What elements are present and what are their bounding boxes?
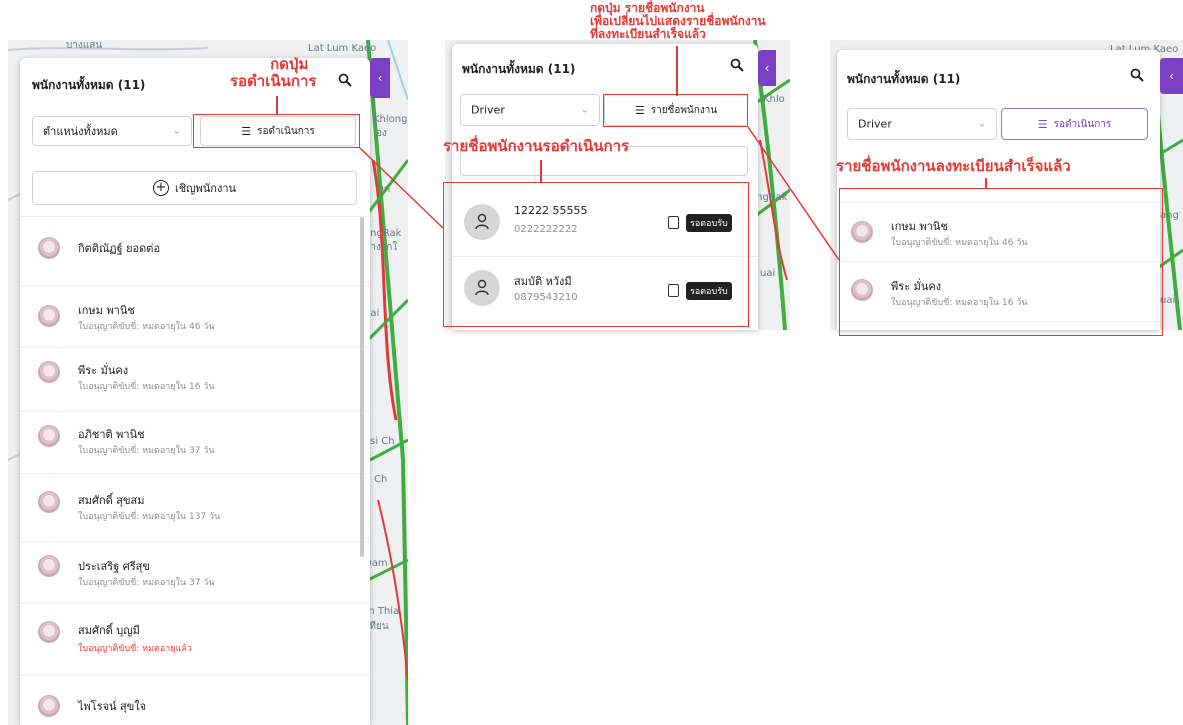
connector-lines (359, 126, 840, 261)
